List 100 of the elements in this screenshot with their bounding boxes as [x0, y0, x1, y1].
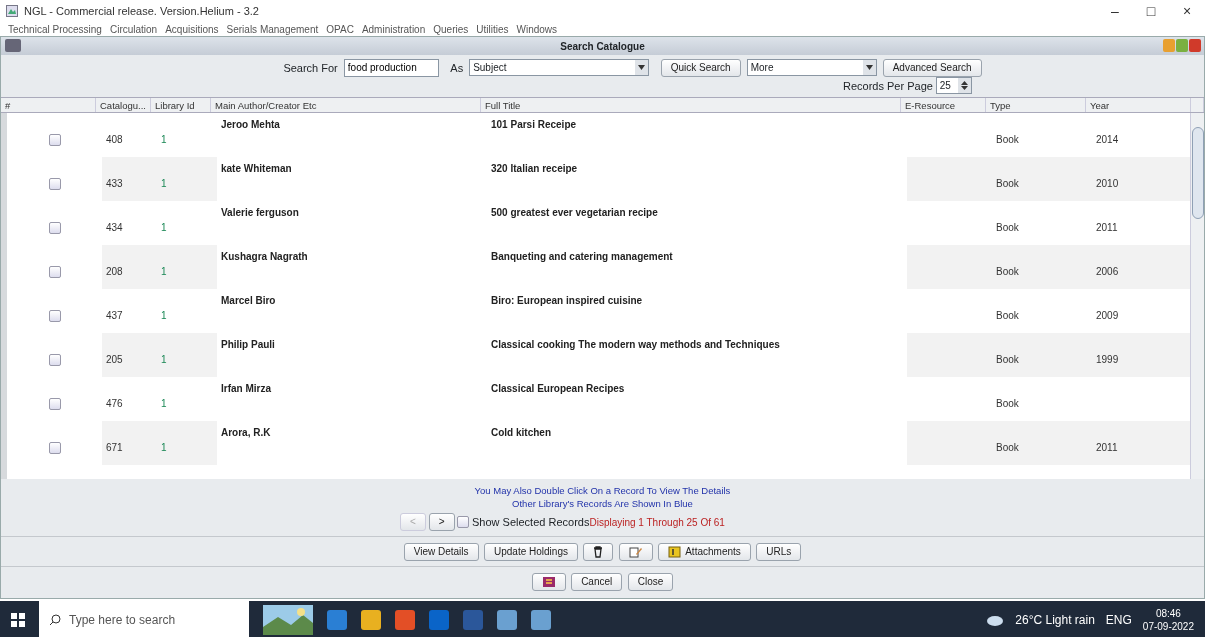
row-checkbox[interactable]	[48, 353, 61, 366]
attachment-icon	[668, 545, 683, 558]
column-header[interactable]: #	[1, 97, 96, 112]
windows-icon[interactable]	[11, 612, 25, 627]
more-dropdown[interactable]: More	[746, 59, 877, 77]
table-cell: Book	[992, 332, 1092, 377]
table-cell-text: Classical European Recipes	[490, 381, 626, 396]
action-button[interactable]: View Details	[403, 542, 479, 561]
attachments-button[interactable]: Attachments	[658, 542, 751, 561]
table-cell-text: 101 Parsi Receipe	[490, 117, 578, 132]
table-cell-text: 2011	[1095, 221, 1119, 235]
language-indicator[interactable]: ENG	[1105, 610, 1132, 629]
table-cell-text: Banqueting and catering management	[490, 249, 674, 264]
table-cell: 1	[157, 420, 217, 465]
checkbox[interactable]	[457, 515, 470, 528]
book-icon-button[interactable]	[531, 572, 566, 591]
menu-item[interactable]: Circulation	[109, 21, 158, 37]
advanced-search-button[interactable]: Advanced Search	[882, 58, 982, 77]
clock-date[interactable]: 07-09-2022	[1142, 619, 1194, 633]
row-checkbox[interactable]	[48, 309, 61, 322]
quick-search-button[interactable]: Quick Search	[660, 58, 741, 77]
weather-text: 26°C Light rain	[1015, 611, 1095, 629]
menu-item[interactable]: Acquisitions	[165, 21, 219, 37]
status-text: Displaying 1 Through 25 Of 61	[589, 516, 725, 528]
taskbar-app-icon[interactable]	[361, 609, 381, 630]
close-button[interactable]: ×	[1169, 0, 1205, 22]
app-icon	[6, 5, 18, 17]
action-button[interactable]: Update Holdings	[484, 542, 578, 561]
field-label: Records Per Page	[843, 78, 933, 94]
delete-icon	[593, 545, 604, 558]
table-cell-text: 500 greatest ever vegetarian recipe	[490, 205, 659, 220]
table-cell-text: Book	[995, 133, 1020, 147]
minimize-button[interactable]: –	[1097, 0, 1133, 22]
checkbox-label[interactable]: Show Selected Records	[472, 515, 590, 528]
search-placeholder: Type here to search	[69, 611, 176, 629]
table-cell-text: Irfan Mirza	[220, 381, 272, 396]
book-icon	[541, 575, 556, 588]
action-button[interactable]: URLs	[756, 542, 802, 561]
delete-icon-button[interactable]	[583, 542, 614, 561]
taskbar-search[interactable]: Type here to search	[39, 601, 249, 637]
column-header[interactable]: Catalogu...	[96, 97, 151, 112]
row-checkbox[interactable]	[48, 177, 61, 190]
menu-item[interactable]: Administration	[361, 21, 426, 37]
menu-item[interactable]: Utilities	[476, 21, 509, 37]
table-cell-text: 476	[105, 397, 124, 411]
table-cell-text: kate Whiteman	[220, 161, 293, 176]
taskbar-app-icon[interactable]	[395, 609, 415, 630]
column-header[interactable]: Year	[1086, 97, 1191, 112]
table-cell: Book	[992, 156, 1092, 201]
table-cell-text: Cold kitchen	[490, 425, 552, 440]
search-field[interactable]: food production	[343, 58, 439, 77]
menu-item[interactable]: OPAC	[326, 21, 354, 37]
table-cell-text: 320 Italian receipe	[490, 161, 579, 176]
maximize-button[interactable]: □	[1133, 0, 1169, 22]
table-cell-text: 1	[160, 221, 168, 235]
menu-item[interactable]: Serials Management	[226, 21, 319, 37]
records-per-page-spinner[interactable]: 25	[935, 77, 972, 95]
table-cell: Book	[992, 420, 1092, 465]
table-cell-text: 1	[160, 397, 168, 411]
table-cell-text: 437	[105, 309, 124, 323]
table-cell-text: Classical cooking The modern way methods and Techniques	[490, 337, 781, 352]
menu-item[interactable]: Queries	[433, 21, 469, 37]
column-header[interactable]: E-Resource	[901, 97, 986, 112]
row-checkbox[interactable]	[48, 441, 61, 454]
table-cell-text: 434	[105, 221, 124, 235]
next-page-button[interactable]: >	[428, 512, 455, 531]
table-cell-text: Book	[995, 221, 1020, 235]
hint-text: You May Also Double Click On a Record To View The Details	[473, 484, 732, 497]
menu-item[interactable]: Windows	[516, 21, 558, 37]
table-cell-text: Book	[995, 397, 1020, 411]
column-header[interactable]: Type	[986, 97, 1086, 112]
column-header[interactable]: Full Title	[481, 97, 901, 112]
row-checkbox[interactable]	[48, 397, 61, 410]
table-cell-text: Kushagra Nagrath	[220, 249, 309, 264]
taskbar-app-icon[interactable]	[531, 609, 551, 630]
table-cell: 1	[157, 332, 217, 377]
table-cell-text: 2009	[1095, 309, 1120, 323]
action-button[interactable]: Cancel	[571, 572, 623, 591]
taskbar-app-icon[interactable]	[327, 609, 347, 630]
table-cell-text: 1	[160, 309, 168, 323]
table-cell-text: Philip Pauli	[220, 337, 276, 352]
table-cell: 208	[102, 244, 157, 289]
clock-time[interactable]: 08:46	[1142, 606, 1194, 620]
row-checkbox[interactable]	[48, 133, 61, 146]
action-button[interactable]: Close	[627, 572, 674, 591]
edit-icon	[628, 545, 643, 558]
table-cell-text: 2014	[1095, 133, 1120, 147]
row-checkbox[interactable]	[48, 221, 61, 234]
field-label: Search For	[283, 60, 338, 76]
taskbar-app-icon[interactable]	[497, 609, 517, 630]
search-by-dropdown[interactable]: Subject	[469, 59, 650, 77]
row-checkbox[interactable]	[48, 265, 61, 278]
table-cell: 1	[157, 156, 217, 201]
menu-item[interactable]: Technical Processing	[8, 21, 102, 37]
spinner-arrows-icon[interactable]	[957, 78, 971, 94]
scrollbar[interactable]	[1190, 112, 1204, 479]
column-header[interactable]: Library Id	[151, 97, 211, 112]
close-button[interactable]	[1189, 39, 1201, 52]
column-header[interactable]: Main Author/Creator Etc	[211, 97, 481, 112]
table-cell-text: Biro: European inspired cuisine	[490, 293, 644, 308]
